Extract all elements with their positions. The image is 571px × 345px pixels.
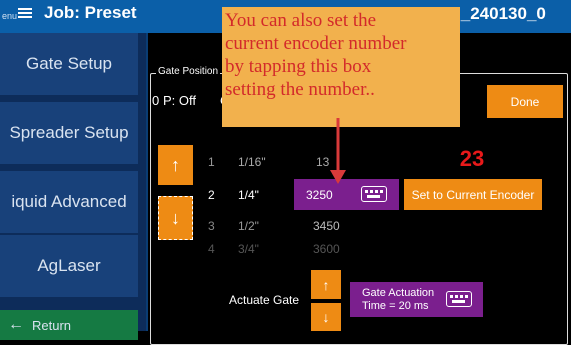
- return-label: Return: [32, 317, 72, 333]
- job-title: Job: Preset: [44, 3, 137, 22]
- actuate-up-button[interactable]: ↑: [311, 270, 341, 299]
- return-button[interactable]: ← Return: [0, 310, 138, 340]
- position-up-button[interactable]: ↑: [158, 145, 193, 185]
- row-index: 3: [208, 219, 215, 233]
- status-p-off: P: Off: [163, 93, 196, 108]
- set-to-current-encoder-button[interactable]: Set to Current Encoder: [404, 179, 542, 210]
- encoder-value: 3250: [306, 187, 333, 202]
- row-fraction: 1/4": [238, 188, 259, 202]
- sidebar-item-liquid-advanced[interactable]: iquid Advanced: [0, 171, 138, 233]
- sidebar-item-spreader-setup[interactable]: Spreader Setup: [0, 102, 138, 164]
- row-value: 3450: [313, 219, 340, 233]
- position-down-button[interactable]: ↓: [158, 196, 193, 240]
- actuate-down-button[interactable]: ↓: [311, 303, 341, 331]
- gate-position-label: Gate Position: [156, 66, 221, 77]
- status-zero: 0: [152, 93, 160, 108]
- sidebar: Gate Setup Spreader Setup iquid Advanced…: [0, 33, 146, 340]
- hamburger-menu-icon[interactable]: [18, 6, 32, 20]
- row-value: 3600: [313, 242, 340, 256]
- keyboard-icon: [446, 291, 472, 307]
- row-index: 4: [208, 242, 215, 256]
- row-index: 1: [208, 155, 215, 169]
- step-number-badge: 23: [459, 146, 485, 171]
- row-fraction: 3/4": [238, 242, 259, 256]
- callout-line: current encoder number: [225, 33, 407, 54]
- actuate-gate-label: Actuate Gate: [229, 293, 300, 307]
- callout-line: setting the number..: [225, 79, 375, 100]
- sidebar-item-aglaser[interactable]: AgLaser: [0, 235, 138, 297]
- row-fraction: 1/16": [238, 155, 266, 169]
- tutorial-callout: You can also set the current encoder num…: [222, 7, 460, 127]
- row-index: 2: [208, 188, 215, 202]
- row-fraction: 1/2": [238, 219, 259, 233]
- callout-line: You can also set the: [225, 10, 377, 31]
- done-button[interactable]: Done: [487, 85, 563, 118]
- callout-arrow-icon: [330, 118, 346, 184]
- callout-line: by tapping this box: [225, 56, 372, 77]
- menu-label[interactable]: enu: [2, 11, 17, 21]
- back-arrow-icon: ←: [8, 316, 24, 333]
- keyboard-icon: [361, 186, 387, 202]
- sidebar-item-gate-setup[interactable]: Gate Setup: [0, 33, 138, 95]
- gate-actuation-time-input[interactable]: Gate Actuation Time = 20 ms: [350, 282, 483, 317]
